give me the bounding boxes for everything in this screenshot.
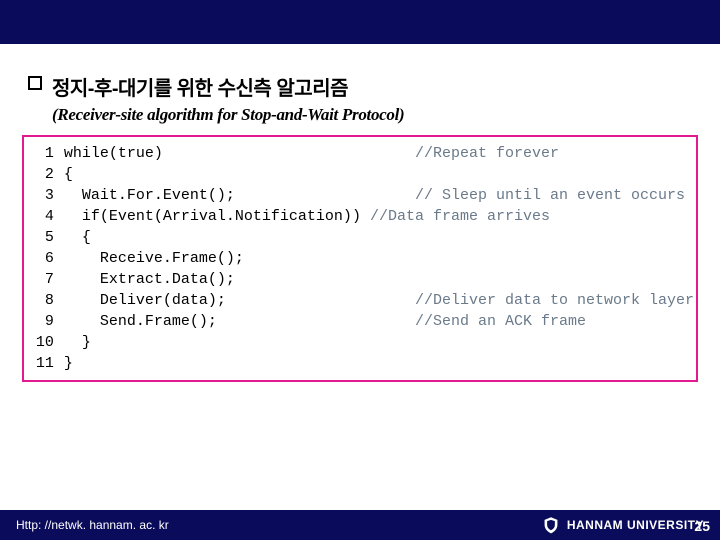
footer-org: HANNAM UNIVERSITY [543,516,704,534]
code-comment: //Deliver data to network layer [415,292,694,309]
code-line: Send.Frame(); //Send an ACK frame [64,311,694,332]
code-comment: // Sleep until an event occurs [415,187,685,204]
code-comment: //Repeat forever [415,145,559,162]
code-line: { [64,164,694,185]
page-number: 25 [694,518,710,534]
title-bar [0,0,720,44]
code-lines: while(true) //Repeat forever{ Wait.For.E… [64,139,694,378]
shield-icon [543,516,559,534]
code-comment: //Send an ACK frame [415,313,586,330]
code-line: Receive.Frame(); [64,248,694,269]
square-bullet-icon [28,76,42,90]
code-line: Deliver(data); //Deliver data to network… [64,290,694,311]
code-line: Wait.For.Event(); // Sleep until an even… [64,185,694,206]
code-line: if(Event(Arrival.Notification)) //Data f… [64,206,694,227]
footer-url: Http: //netwk. hannam. ac. kr [16,518,543,532]
footer-bar: Http: //netwk. hannam. ac. kr HANNAM UNI… [0,510,720,540]
slide-content: 정지-후-대기를 위한 수신측 알고리즘 (Receiver-site algo… [0,44,720,382]
subheading-text: (Receiver-site algorithm for Stop-and-Wa… [52,105,692,125]
line-numbers: 1 2 3 4 5 6 7 8 9 10 11 [26,139,64,378]
code-line: } [64,332,694,353]
code-line: Extract.Data(); [64,269,694,290]
code-line: } [64,353,694,374]
code-line: { [64,227,694,248]
code-comment: //Data frame arrives [370,208,550,225]
heading-row: 정지-후-대기를 위한 수신측 알고리즘 [28,72,692,101]
footer-org-text: HANNAM UNIVERSITY [567,518,704,532]
heading-text: 정지-후-대기를 위한 수신측 알고리즘 [52,72,348,101]
code-line: while(true) //Repeat forever [64,143,694,164]
code-box: 1 2 3 4 5 6 7 8 9 10 11 while(true) //Re… [22,135,698,382]
